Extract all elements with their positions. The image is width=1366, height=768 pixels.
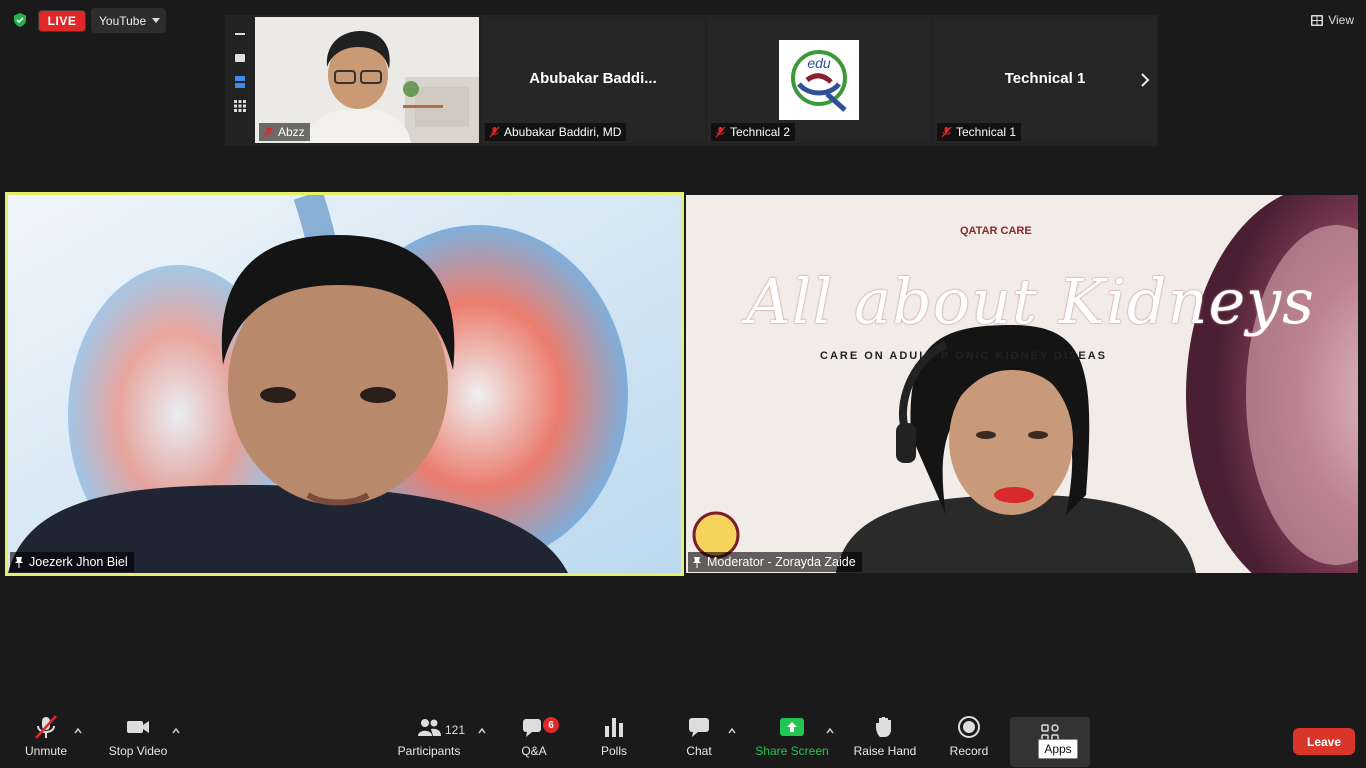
moderator-video <box>686 195 1358 573</box>
bar-chart-icon <box>605 718 623 737</box>
pin-icon <box>15 557 23 568</box>
chevron-up-icon[interactable] <box>74 728 82 734</box>
slide-logo-text: QATAR CARE <box>960 225 1032 237</box>
muted-mic-icon <box>715 126 726 138</box>
chat-button[interactable]: Chat <box>682 714 716 766</box>
view-button[interactable]: View <box>1311 9 1354 31</box>
qa-count-badge: 6 <box>543 717 559 733</box>
chat-label: Chat <box>686 744 712 758</box>
participants-label: Participants <box>397 744 461 758</box>
participant-name: Abzz <box>278 125 305 139</box>
participants-count: 121 <box>445 723 466 737</box>
participant-name-tag: Abubakar Baddiri, MD <box>485 123 627 141</box>
participant-display-name: Abubakar Baddi... <box>529 70 657 87</box>
muted-mic-icon <box>35 715 57 739</box>
speaker-name: Joezerk Jhon Biel <box>29 555 128 569</box>
stop-video-label: Stop Video <box>108 744 168 758</box>
participants-button[interactable]: Participants <box>396 714 462 766</box>
chevron-up-icon[interactable] <box>478 728 486 734</box>
grid-view-icon <box>1311 14 1324 26</box>
active-speaker-tile[interactable]: Joezerk Jhon Biel <box>5 192 684 576</box>
unmute-label: Unmute <box>24 744 68 758</box>
shield-icon <box>14 13 26 27</box>
record-button[interactable]: Record <box>946 714 992 766</box>
chevron-up-icon[interactable] <box>172 728 180 734</box>
chat-bubble-icon <box>689 718 709 737</box>
chevron-down-icon <box>152 18 161 23</box>
record-label: Record <box>949 744 989 758</box>
participants-icon <box>418 719 441 736</box>
polls-label: Polls <box>600 744 627 758</box>
minimize-icon[interactable] <box>234 28 246 40</box>
participant-thumbnail[interactable]: Abubakar Baddi... Abubakar Baddiri, MD <box>481 17 705 143</box>
chevron-right-icon[interactable] <box>1138 70 1152 90</box>
muted-mic-icon <box>489 126 500 138</box>
view-label: View <box>1328 13 1354 27</box>
participant-display-name: Technical 1 <box>1004 70 1086 87</box>
chevron-up-icon[interactable] <box>826 728 834 734</box>
muted-mic-icon <box>263 126 274 138</box>
share-screen-button[interactable]: Share Screen <box>754 714 830 766</box>
qa-label: Q&A <box>521 744 547 758</box>
record-icon <box>958 716 980 738</box>
raise-hand-label: Raise Hand <box>853 744 917 758</box>
polls-button[interactable]: Polls <box>596 714 632 766</box>
participant-name: Abubakar Baddiri, MD <box>504 125 622 139</box>
slide-subheading: CARE ON ADULT P ONIC KIDNEY DISEAS <box>820 350 1108 362</box>
gallery-grid-icon[interactable] <box>234 100 246 112</box>
participant-thumbnail[interactable]: edu Technical 2 <box>707 17 931 143</box>
moderator-name-tag: Moderator - Zorayda Zaide <box>688 552 862 572</box>
participant-thumbnail[interactable]: Technical 1 Technical 1 <box>933 17 1157 143</box>
slide-heading: All about Kidneys <box>746 265 1315 338</box>
stop-video-button[interactable]: Stop Video <box>104 714 172 766</box>
edu-logo: edu <box>779 40 859 120</box>
single-tile-icon[interactable] <box>234 52 246 64</box>
share-screen-label: Share Screen <box>755 744 829 758</box>
stream-target-label: YouTube <box>99 13 147 28</box>
strip-layout-controls <box>226 20 254 130</box>
participant-name: Technical 2 <box>730 125 791 139</box>
video-camera-icon <box>127 721 149 733</box>
participant-name: Technical 1 <box>956 125 1017 139</box>
strip-layout-icon[interactable] <box>234 76 246 88</box>
leave-button[interactable]: Leave <box>1293 728 1355 755</box>
participant-name-tag: Abzz <box>259 123 310 141</box>
hand-icon <box>876 717 891 737</box>
participant-thumbnail[interactable]: Abzz <box>255 17 479 143</box>
moderator-name: Moderator - Zorayda Zaide <box>707 555 856 569</box>
live-badge[interactable]: LIVE <box>38 10 86 32</box>
meeting-toolbar: Unmute Stop Video Participants 121 Q&A 6… <box>0 704 1366 768</box>
raise-hand-button[interactable]: Raise Hand <box>852 714 918 766</box>
speaker-video <box>8 195 681 573</box>
unmute-button[interactable]: Unmute <box>20 714 72 766</box>
participant-name-tag: Technical 2 <box>711 123 796 141</box>
participant-name-tag: Technical 1 <box>937 123 1022 141</box>
pin-icon <box>693 557 701 568</box>
chevron-up-icon[interactable] <box>728 728 736 734</box>
moderator-tile[interactable]: QATAR CARE All about Kidneys CARE ON ADU… <box>686 195 1358 573</box>
speaker-name-tag: Joezerk Jhon Biel <box>10 552 134 572</box>
share-screen-icon <box>780 718 804 736</box>
svg-text:edu: edu <box>807 55 831 71</box>
muted-mic-icon <box>941 126 952 138</box>
apps-tooltip: Apps <box>1038 739 1078 759</box>
stream-target-dropdown[interactable]: YouTube <box>91 8 166 33</box>
